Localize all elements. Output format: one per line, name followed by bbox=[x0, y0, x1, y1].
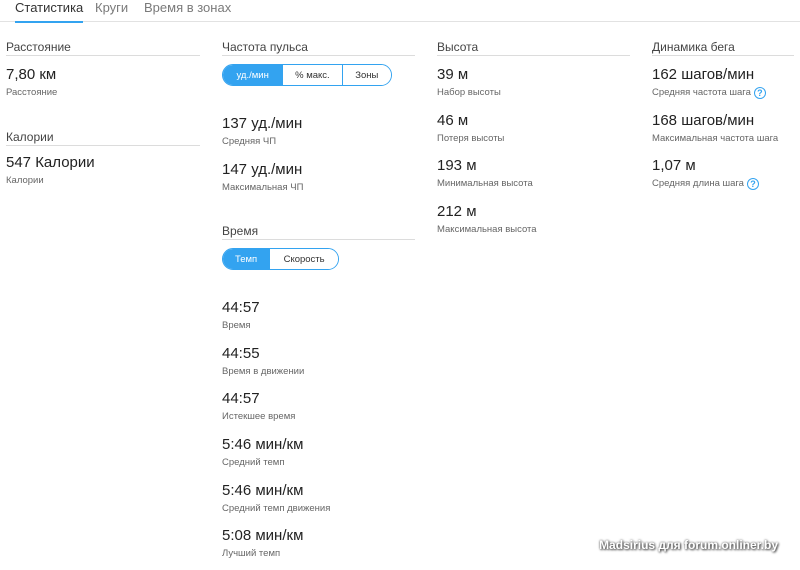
distance-label: Расстояние bbox=[6, 87, 58, 98]
avg-hr-stat: 137 уд./мин Средняя ЧП bbox=[222, 115, 302, 148]
tab-time-in-zones[interactable]: Время в зонах bbox=[144, 0, 231, 22]
avg-pace-value: 5:46 мин/км bbox=[222, 436, 304, 453]
elevation-loss-label: Потеря высоты bbox=[437, 133, 505, 144]
elevation-loss-value: 46 м bbox=[437, 112, 469, 129]
best-pace-label: Лучший темп bbox=[222, 548, 281, 559]
max-cadence-stat: 168 шагов/мин Максимальная частота шага bbox=[652, 112, 778, 145]
best-pace-stat: 5:08 мин/км Лучший темп bbox=[222, 527, 303, 560]
best-pace-value: 5:08 мин/км bbox=[222, 527, 304, 544]
min-elevation-value: 193 м bbox=[437, 157, 477, 174]
max-hr-value: 147 уд./мин bbox=[222, 161, 303, 178]
help-icon[interactable]: ? bbox=[746, 178, 759, 190]
heart-rate-section: Частота пульса уд./мин % макс. Зоны 137 … bbox=[222, 40, 415, 200]
moving-time-value: 44:55 bbox=[222, 345, 260, 362]
calories-stat: 547 Калории Калории bbox=[6, 154, 95, 187]
avg-cadence-stat: 162 шагов/мин Средняя частота шага ? bbox=[652, 66, 766, 99]
max-elevation-value: 212 м bbox=[437, 203, 477, 220]
tab-bar: Статистика Круги Время в зонах bbox=[0, 0, 800, 23]
max-cadence-label-text: Максимальная частота шага bbox=[652, 133, 779, 144]
elevation-gain-stat: 39 м Набор высоты bbox=[437, 66, 501, 99]
calories-value: 547 Калории bbox=[6, 154, 95, 171]
moving-time-stat: 44:55 Время в движении bbox=[222, 345, 304, 378]
elevation-loss-stat: 46 м Потеря высоты bbox=[437, 112, 504, 145]
running-dynamics-section: Динамика бега 162 шагов/мин Средняя част… bbox=[652, 40, 794, 200]
avg-hr-value: 137 уд./мин bbox=[222, 115, 303, 132]
max-cadence-value: 168 шагов/мин bbox=[652, 112, 755, 129]
elapsed-time-value: 44:57 bbox=[222, 390, 260, 407]
max-hr-stat: 147 уд./мин Максимальная ЧП bbox=[222, 161, 303, 194]
watermark-text: Madsirius для forum.onliner.by bbox=[599, 538, 778, 552]
max-elevation-stat: 212 м Максимальная высота bbox=[437, 203, 537, 236]
avg-cadence-label: Средняя частота шага ? bbox=[652, 87, 766, 99]
min-elevation-label: Минимальная высота bbox=[437, 178, 533, 189]
pace-speed-toggle: Темп Скорость bbox=[222, 248, 339, 270]
time-value: 44:57 bbox=[222, 299, 260, 316]
moving-time-label: Время в движении bbox=[222, 366, 305, 377]
time-title: Время bbox=[222, 224, 415, 240]
time-label: Время bbox=[222, 320, 251, 331]
max-cadence-label: Максимальная частота шага bbox=[652, 133, 778, 145]
heart-rate-title: Частота пульса bbox=[222, 40, 415, 56]
avg-cadence-label-text: Средняя частота шага bbox=[652, 87, 751, 98]
avg-stride-label: Средняя длина шага ? bbox=[652, 178, 759, 190]
elapsed-time-label: Истекшее время bbox=[222, 411, 296, 422]
max-hr-label: Максимальная ЧП bbox=[222, 182, 304, 193]
toggle-bpm[interactable]: уд./мин bbox=[223, 65, 283, 85]
distance-stat: 7,80 км Расстояние bbox=[6, 66, 57, 99]
help-icon[interactable]: ? bbox=[753, 87, 766, 99]
distance-title: Расстояние bbox=[6, 40, 200, 56]
avg-stride-label-text: Средняя длина шага bbox=[652, 178, 744, 189]
avg-pace-label: Средний темп bbox=[222, 457, 285, 468]
avg-moving-pace-value: 5:46 мин/км bbox=[222, 482, 304, 499]
elevation-title: Высота bbox=[437, 40, 630, 56]
elapsed-time-stat: 44:57 Истекшее время bbox=[222, 390, 295, 423]
avg-pace-stat: 5:46 мин/км Средний темп bbox=[222, 436, 303, 469]
min-elevation-stat: 193 м Минимальная высота bbox=[437, 157, 533, 190]
avg-moving-pace-label: Средний темп движения bbox=[222, 503, 331, 514]
time-section: Время Темп Скорость 44:57 Время 44:55 Вр… bbox=[222, 224, 415, 570]
calories-label: Калории bbox=[6, 175, 44, 186]
avg-moving-pace-stat: 5:46 мин/км Средний темп движения bbox=[222, 482, 330, 515]
toggle-percent-max[interactable]: % макс. bbox=[282, 65, 342, 85]
toggle-zones[interactable]: Зоны bbox=[341, 65, 391, 85]
tab-statistics[interactable]: Статистика bbox=[15, 0, 84, 23]
running-dynamics-title: Динамика бега bbox=[652, 40, 794, 56]
toggle-speed[interactable]: Скорость bbox=[269, 249, 338, 269]
distance-section: Расстояние 7,80 км Расстояние bbox=[6, 40, 200, 100]
distance-value: 7,80 км bbox=[6, 66, 57, 83]
calories-title: Калории bbox=[6, 130, 200, 146]
avg-stride-stat: 1,07 м Средняя длина шага ? bbox=[652, 157, 759, 190]
avg-hr-label: Средняя ЧП bbox=[222, 136, 277, 147]
calories-section: Калории 547 Калории Калории bbox=[6, 130, 200, 190]
time-stat: 44:57 Время bbox=[222, 299, 260, 332]
tab-laps[interactable]: Круги bbox=[95, 0, 128, 22]
elevation-gain-value: 39 м bbox=[437, 66, 469, 83]
avg-cadence-value: 162 шагов/мин bbox=[652, 66, 755, 83]
heart-rate-unit-toggle: уд./мин % макс. Зоны bbox=[222, 64, 392, 86]
toggle-pace[interactable]: Темп bbox=[223, 249, 270, 269]
avg-stride-value: 1,07 м bbox=[652, 157, 696, 174]
elevation-section: Высота 39 м Набор высоты 46 м Потеря выс… bbox=[437, 40, 630, 240]
max-elevation-label: Максимальная высота bbox=[437, 224, 537, 235]
elevation-gain-label: Набор высоты bbox=[437, 87, 501, 98]
